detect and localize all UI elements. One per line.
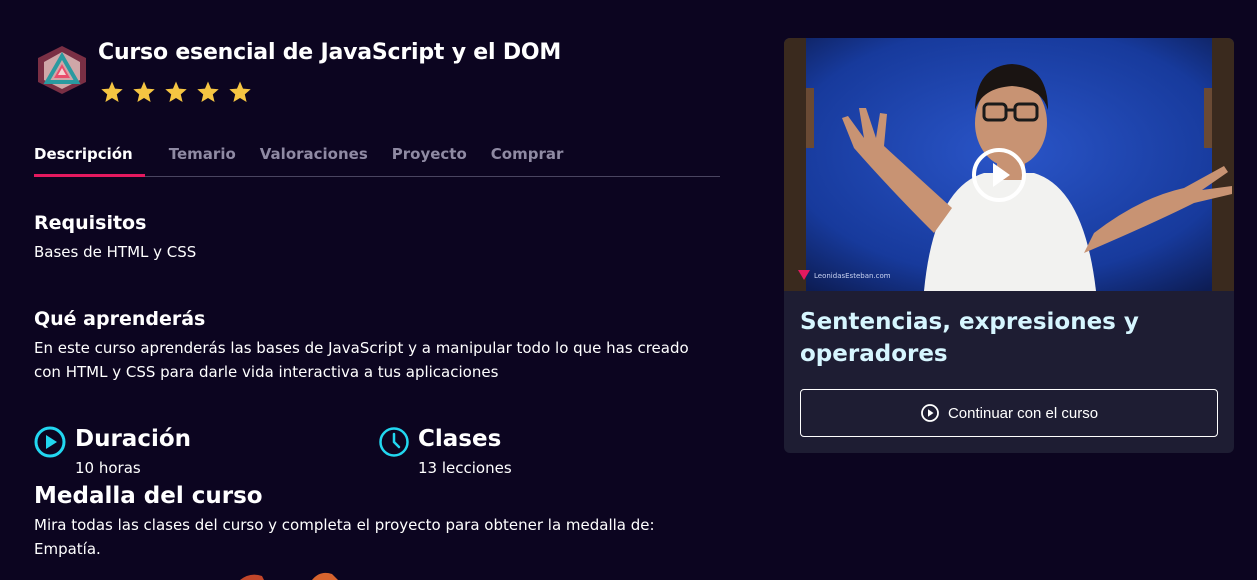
- requirements-text: Bases de HTML y CSS: [34, 243, 197, 261]
- play-icon[interactable]: [971, 147, 1027, 203]
- course-tabs: Descripción Temario Valoraciones Proyect…: [34, 145, 720, 177]
- star-icon: [165, 81, 187, 102]
- tab-valoraciones[interactable]: Valoraciones: [260, 145, 368, 177]
- video-watermark: LeonidasEsteban.com: [814, 272, 891, 280]
- continue-course-label: Continuar con el curso: [947, 404, 1099, 422]
- star-icon: [197, 81, 219, 102]
- star-icon: [133, 81, 155, 102]
- medal-image: [240, 572, 338, 580]
- tab-descripcion[interactable]: Descripción: [34, 145, 145, 177]
- learn-title: Qué aprenderás: [34, 308, 206, 330]
- star-icon: [229, 81, 251, 102]
- classes-title: Clases: [418, 426, 502, 452]
- learn-text: En este curso aprenderás las bases de Ja…: [34, 339, 689, 381]
- star-icon: [101, 81, 123, 102]
- rating-stars: [100, 80, 252, 104]
- classes-value: 13 lecciones: [418, 459, 512, 477]
- play-circle-icon: [34, 426, 66, 458]
- course-page: Curso esencial de JavaScript y el DOM De…: [0, 0, 1257, 580]
- tab-proyecto[interactable]: Proyecto: [392, 145, 467, 177]
- tab-temario[interactable]: Temario: [169, 145, 236, 177]
- requirements-title: Requisitos: [34, 212, 147, 234]
- current-lesson-card: LeonidasEsteban.com Sentencias, expresio…: [784, 38, 1234, 453]
- duration-title: Duración: [75, 426, 192, 452]
- medal-title: Medalla del curso: [34, 483, 263, 509]
- continue-course-button[interactable]: Continuar con el curso: [800, 389, 1218, 437]
- lesson-title: Sentencias, expresiones y operadores: [800, 309, 1139, 367]
- course-logo-icon: [38, 46, 86, 94]
- play-circle-icon: [921, 404, 939, 422]
- duration-value: 10 horas: [75, 459, 141, 477]
- medal-text: Mira todas las clases del curso y comple…: [34, 516, 655, 558]
- clock-icon: [379, 427, 409, 457]
- course-title: Curso esencial de JavaScript y el DOM: [98, 40, 562, 65]
- tab-comprar[interactable]: Comprar: [491, 145, 564, 177]
